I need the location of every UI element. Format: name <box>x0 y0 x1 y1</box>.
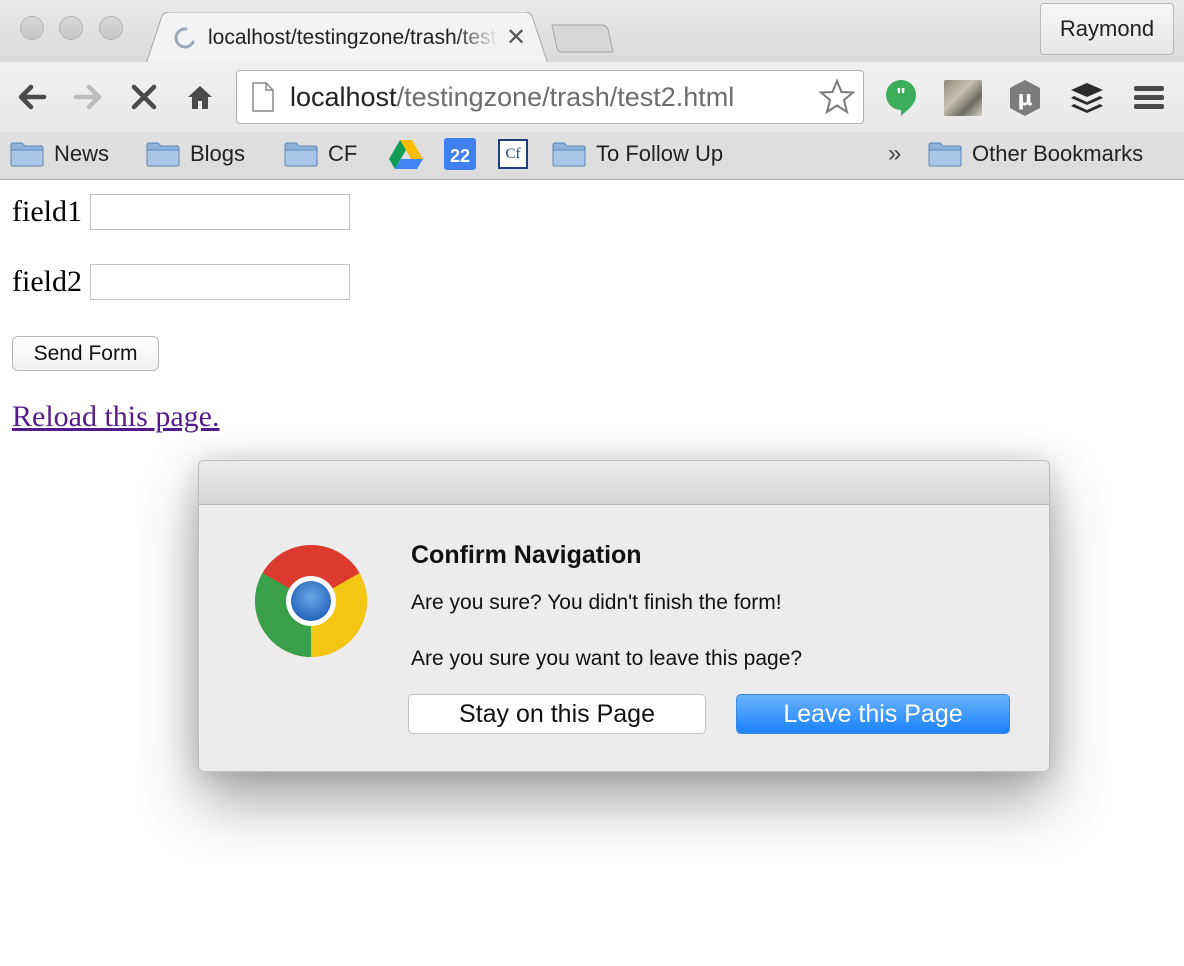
bookmark-coldfusion[interactable]: Cf <box>498 134 528 174</box>
folder-icon <box>928 142 962 167</box>
photo-extension-icon[interactable] <box>944 80 982 116</box>
bookmark-label: Blogs <box>190 141 246 166</box>
bookmark-to-follow-up[interactable]: To Follow Up <box>552 134 723 174</box>
profile-button[interactable]: Raymond <box>1040 3 1174 55</box>
field1-row: field1 <box>12 194 350 230</box>
dialog-titlebar <box>199 461 1049 505</box>
send-form-button[interactable]: Send Form <box>12 336 159 371</box>
window-minimize-button[interactable] <box>59 16 83 40</box>
page-icon <box>252 82 274 112</box>
leave-page-button[interactable]: Leave this Page <box>736 694 1010 734</box>
bookmark-google-drive[interactable] <box>388 134 424 174</box>
home-icon <box>188 86 212 109</box>
window-close-button[interactable] <box>20 16 44 40</box>
bookmark-star-icon[interactable] <box>818 78 856 116</box>
field2-row: field2 <box>12 264 350 300</box>
bookmark-label: News <box>54 141 110 166</box>
address-path: /testingzone/trash/test2.html <box>396 82 735 112</box>
folder-icon <box>146 142 180 167</box>
field2-label: field2 <box>12 265 82 298</box>
forward-button[interactable] <box>68 77 108 117</box>
bookmark-label: CF <box>328 141 358 166</box>
address-text[interactable]: localhost/testingzone/trash/test2.html <box>290 82 734 113</box>
svg-text:": " <box>896 85 905 107</box>
ublock-extension-icon[interactable]: μ <box>1006 78 1044 118</box>
hangouts-extension-icon[interactable]: " <box>884 78 918 118</box>
bookmark-label: To Follow Up <box>596 141 724 166</box>
confirm-navigation-dialog: Confirm Navigation Are you sure? You did… <box>198 460 1050 772</box>
folder-icon <box>284 142 318 167</box>
bookmark-calendar[interactable]: 22 <box>444 134 476 174</box>
google-drive-icon <box>389 140 423 169</box>
stay-on-page-button[interactable]: Stay on this Page <box>408 694 706 734</box>
menu-hamburger-icon[interactable] <box>1130 80 1168 116</box>
dialog-question: Are you sure you want to leave this page… <box>411 647 803 670</box>
browser-chrome: localhost/testingzone/trash/test2.html ✕… <box>0 0 1184 180</box>
back-button[interactable] <box>12 77 52 117</box>
forward-arrow-icon <box>73 84 102 110</box>
calendar-icon: 22 <box>444 138 476 170</box>
stop-x-icon <box>131 84 157 110</box>
dialog-title: Confirm Navigation <box>411 541 642 569</box>
reload-page-link[interactable]: Reload this page. <box>12 400 219 434</box>
back-arrow-icon <box>18 84 47 110</box>
svg-text:μ: μ <box>1018 86 1033 110</box>
stop-button[interactable] <box>124 77 164 117</box>
address-host: localhost <box>290 82 397 112</box>
bookmark-blogs[interactable]: Blogs <box>146 134 245 174</box>
home-button[interactable] <box>180 77 220 117</box>
tab-title: localhost/testingzone/trash/test2.html <box>208 26 498 49</box>
folder-icon <box>552 142 586 167</box>
field1-input[interactable] <box>89 194 350 230</box>
window-zoom-button[interactable] <box>99 16 123 40</box>
dialog-message: Are you sure? You didn't finish the form… <box>411 591 782 614</box>
folder-icon <box>10 142 44 167</box>
bookmark-news[interactable]: News <box>10 134 109 174</box>
field2-input[interactable] <box>89 264 350 300</box>
bookmark-label: Other Bookmarks <box>972 141 1144 166</box>
tab-close-icon[interactable]: ✕ <box>504 24 528 52</box>
field1-label: field1 <box>12 195 82 228</box>
bookmark-cf[interactable]: CF <box>284 134 357 174</box>
bookmarks-overflow-chevron-icon[interactable]: » <box>888 134 901 174</box>
chrome-logo-icon <box>254 545 368 657</box>
bookmark-other[interactable]: Other Bookmarks <box>928 134 1143 174</box>
buffer-extension-icon[interactable] <box>1068 80 1106 116</box>
new-tab-button[interactable] <box>550 24 614 54</box>
loading-spinner-icon <box>174 27 195 49</box>
coldfusion-icon: Cf <box>498 139 528 169</box>
